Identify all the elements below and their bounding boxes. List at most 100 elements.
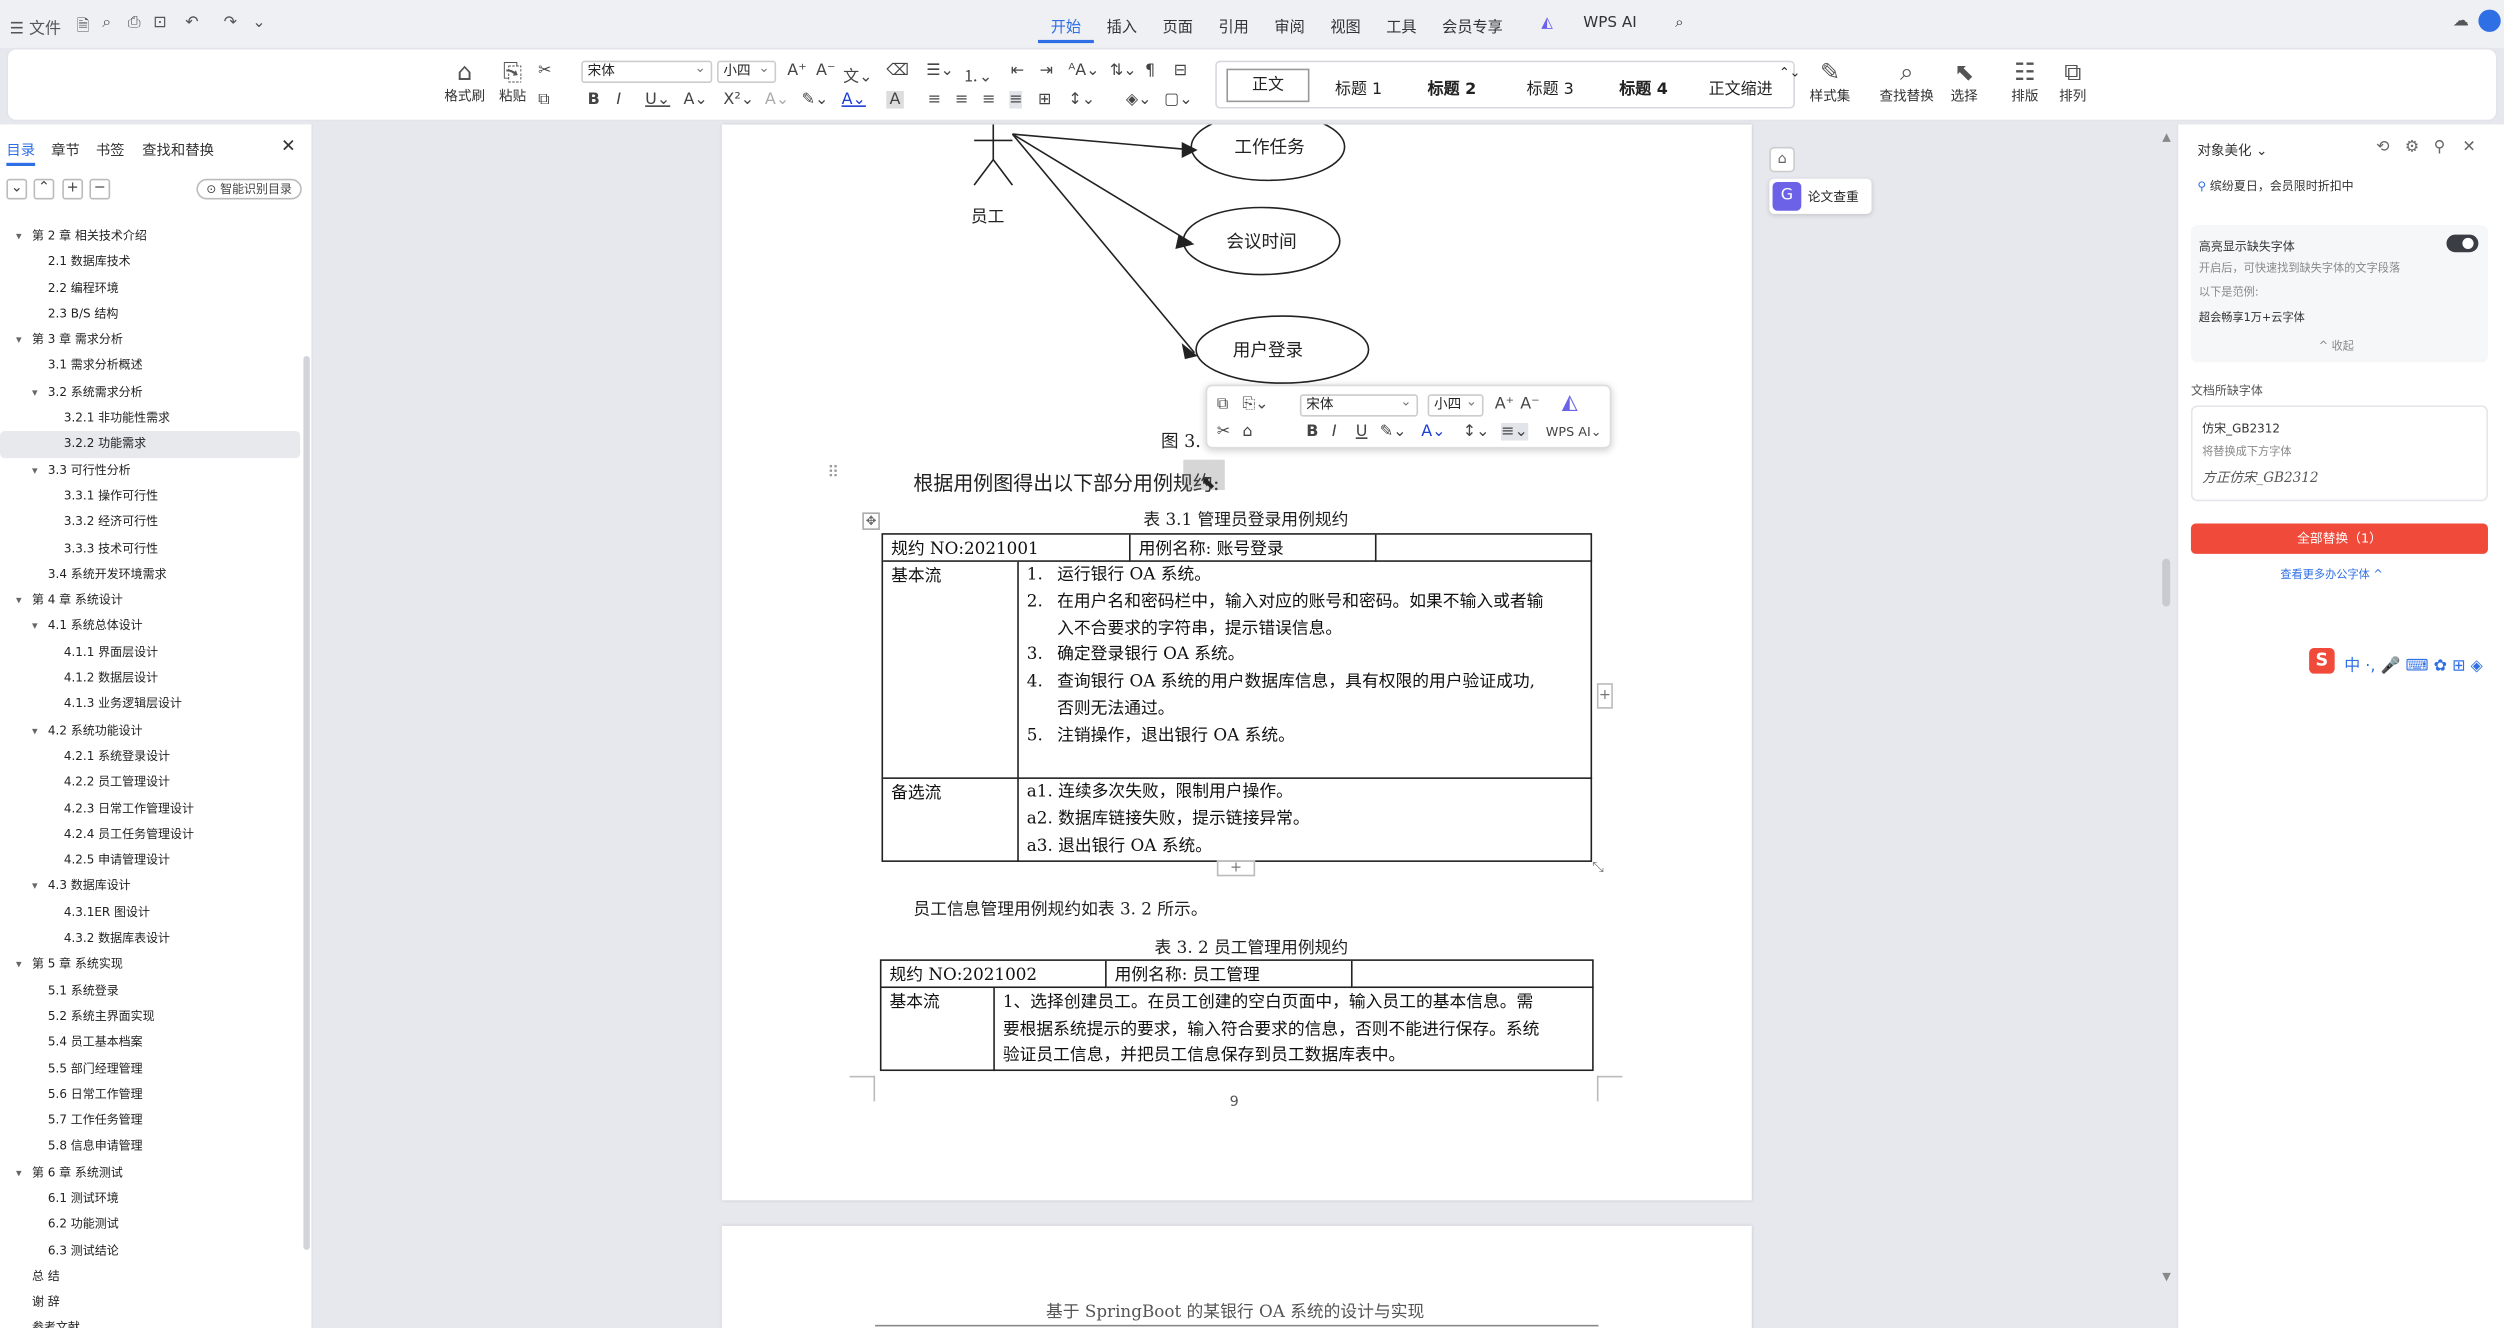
- ime-mode-icon[interactable]: 中 ·, 🎤 ⌨ ✿ ⊞ ◈: [2344, 651, 2483, 676]
- bold-icon[interactable]: B: [588, 91, 600, 109]
- add-icon[interactable]: +: [62, 178, 84, 200]
- paste-icon[interactable]: ⎘⌄: [1242, 396, 1268, 414]
- toc-item[interactable]: ▾ 第 2 章 相关技术介绍: [0, 223, 307, 249]
- text-effect-icon[interactable]: A⌄: [765, 91, 789, 109]
- table-move-icon[interactable]: ✥: [862, 512, 880, 530]
- text-direction-icon[interactable]: ᴬA⌄: [1068, 62, 1099, 80]
- phonetic-icon[interactable]: 文⌄: [843, 62, 872, 87]
- align-right-icon[interactable]: ≡: [982, 91, 995, 109]
- scroll-up-icon[interactable]: ▲: [2162, 131, 2171, 144]
- gear-icon[interactable]: ⚙: [2405, 139, 2419, 157]
- sort-icon[interactable]: ⇅⌄: [1110, 62, 1137, 80]
- expand-triangle-icon[interactable]: ▾: [32, 874, 38, 900]
- toc-item[interactable]: ▾ 4.3 数据库设计: [0, 874, 307, 900]
- toc-item[interactable]: 4.2.3 日常工作管理设计: [0, 796, 307, 822]
- style-body-indent[interactable]: 正文缩进: [1709, 75, 1773, 99]
- toc-item[interactable]: 4.3.2 数据库表设计: [0, 926, 307, 952]
- collapse-panel-icon[interactable]: ⌂: [1769, 146, 1795, 173]
- toc-item[interactable]: 4.3.1ER 图设计: [0, 900, 307, 926]
- toc-item[interactable]: ▾ 4.2 系统功能设计: [0, 718, 307, 744]
- tab-find-replace[interactable]: 查找和替换: [142, 139, 214, 160]
- layout-button[interactable]: ☷ 排版: [2004, 57, 2046, 105]
- toc-item[interactable]: 3.2.2 功能需求: [0, 431, 301, 458]
- toc-scrollbar[interactable]: [303, 355, 310, 1250]
- highlight-icon[interactable]: ✎⌄: [802, 91, 829, 109]
- styles-more-icon[interactable]: ⌃⌄: [1779, 65, 1800, 79]
- open-icon[interactable]: ⌕: [102, 14, 111, 32]
- use-case-table[interactable]: 规约 NO:2021002 用例名称: 员工管理 基本流 1、选择创建员工。在员…: [879, 959, 1594, 1072]
- scroll-down-icon[interactable]: ▼: [2162, 1271, 2171, 1284]
- decrease-indent-icon[interactable]: ⇤: [1011, 62, 1024, 80]
- shading-icon[interactable]: ◈⌄: [1126, 91, 1152, 109]
- toc-item[interactable]: 5.1 系统登录: [0, 978, 307, 1004]
- toc-item[interactable]: 4.1.1 界面层设计: [0, 640, 307, 666]
- document-scrollbar[interactable]: [2162, 558, 2171, 607]
- font-name-select[interactable]: 宋体: [581, 59, 713, 84]
- toc-item[interactable]: 谢 辞: [0, 1290, 307, 1316]
- basic-flow-cell[interactable]: 1. 运行银行 OA 系统。 2. 在用户名和密码栏中，输入对应的账号和密码。如果不输…: [1018, 562, 1593, 779]
- expand-triangle-icon[interactable]: ▾: [32, 380, 38, 406]
- paper-check-button[interactable]: G 论文查重: [1769, 178, 1872, 214]
- table-cell[interactable]: 备选流: [883, 778, 1019, 862]
- highlight-toggle[interactable]: [2446, 234, 2479, 253]
- toc-item[interactable]: 参考文献: [0, 1316, 307, 1328]
- toc-item[interactable]: ▾ 第 4 章 系统设计: [0, 588, 307, 614]
- toc-item[interactable]: 5.6 日常工作管理: [0, 1082, 307, 1108]
- toc-item[interactable]: 3.1 需求分析概述: [0, 354, 307, 380]
- toc-item[interactable]: 2.2 编程环境: [0, 275, 307, 301]
- toc-item[interactable]: 5.5 部门经理管理: [0, 1056, 307, 1082]
- align-icon[interactable]: ≡⌄: [1501, 422, 1528, 441]
- wps-ai-icon[interactable]: ◭: [1562, 391, 1578, 415]
- add-column-icon[interactable]: +: [1596, 683, 1613, 709]
- tab-home[interactable]: 开始: [1037, 14, 1094, 44]
- shrink-font-icon[interactable]: A⁻: [1520, 396, 1539, 414]
- toc-item[interactable]: 6.3 测试结论: [0, 1238, 307, 1264]
- toc-item[interactable]: ▾ 4.1 系统总体设计: [0, 614, 307, 640]
- toc-item[interactable]: 2.1 数据库技术: [0, 249, 307, 275]
- highlight-icon[interactable]: ✎⌄: [1380, 423, 1407, 441]
- table-cell[interactable]: 规约 NO:2021002: [881, 960, 1107, 989]
- borders-icon[interactable]: ▢⌄: [1164, 91, 1192, 109]
- table-cell[interactable]: 用例名称: 账号登录: [1130, 534, 1377, 562]
- increase-indent-icon[interactable]: ⇥: [1040, 62, 1053, 80]
- print-icon[interactable]: ⎙: [128, 14, 141, 32]
- add-row-icon[interactable]: +: [1216, 860, 1256, 877]
- smart-toc-button[interactable]: ⊙ 智能识别目录: [196, 178, 302, 200]
- strikethrough-icon[interactable]: A⌄: [683, 91, 707, 109]
- align-left-icon[interactable]: ≡: [928, 91, 941, 109]
- toc-item[interactable]: 4.2.1 系统登录设计: [0, 744, 307, 770]
- expand-triangle-icon[interactable]: ▾: [16, 952, 22, 978]
- drag-handle-icon[interactable]: ⠿: [827, 464, 839, 482]
- toc-item[interactable]: 4.1.3 业务逻辑层设计: [0, 692, 307, 718]
- toc-item[interactable]: 5.8 信息申请管理: [0, 1134, 307, 1160]
- missing-font-card[interactable]: 仿宋_GB2312 将替换成下方字体 方正仿宋_GB2312: [2190, 405, 2488, 502]
- expand-triangle-icon[interactable]: ▾: [32, 718, 38, 744]
- toc-item[interactable]: 4.2.2 员工管理设计: [0, 770, 307, 796]
- bullets-icon[interactable]: ☰⌄: [926, 62, 954, 80]
- document-page-next[interactable]: 基于 SpringBoot 的某银行 OA 系统的设计与实现: [721, 1225, 1752, 1328]
- paste-button[interactable]: ⎘ 粘贴: [490, 57, 535, 105]
- table-cell[interactable]: [1376, 535, 1593, 562]
- underline-icon[interactable]: U: [1356, 423, 1368, 441]
- toc-item[interactable]: ▾ 第 5 章 系统实现: [0, 952, 307, 978]
- pin-icon[interactable]: ⚲: [2434, 139, 2446, 157]
- tab-member[interactable]: 会员专享: [1429, 14, 1515, 43]
- expand-triangle-icon[interactable]: ▾: [16, 223, 22, 249]
- toc-item[interactable]: 3.3.2 经济可行性: [0, 510, 307, 536]
- expand-triangle-icon[interactable]: ▾: [32, 458, 38, 484]
- copy-icon[interactable]: ⧉: [1217, 396, 1228, 414]
- wps-ai-menu[interactable]: WPS AI⌄: [1546, 425, 1602, 439]
- grow-font-icon[interactable]: A⁺: [787, 62, 806, 80]
- expand-triangle-icon[interactable]: ▾: [16, 1160, 22, 1186]
- collapse-link[interactable]: ^ 收起: [2319, 338, 2354, 354]
- tab-page[interactable]: 页面: [1150, 14, 1206, 43]
- distributed-icon[interactable]: ⊞: [1038, 91, 1051, 109]
- toc-item[interactable]: 总 结: [0, 1264, 307, 1290]
- wps-ai-tab[interactable]: ◭ WPS AI: [1516, 14, 1663, 43]
- more-fonts-link[interactable]: 查看更多办公字体 ^: [2280, 567, 2382, 583]
- line-spacing-icon[interactable]: ↕⌄: [1463, 423, 1490, 441]
- font-name-select[interactable]: 宋体: [1299, 393, 1419, 417]
- toc-item[interactable]: 2.3 B/S 结构: [0, 302, 307, 328]
- toc-item[interactable]: ▾ 3.3 可行性分析: [0, 458, 307, 484]
- tab-view[interactable]: 视图: [1318, 14, 1374, 43]
